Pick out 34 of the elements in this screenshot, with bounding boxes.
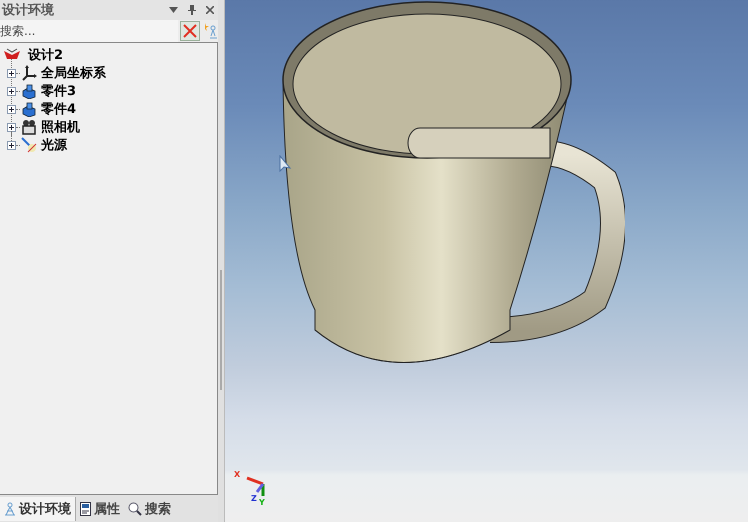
camera-icon: [21, 119, 37, 135]
expand-toggle[interactable]: [7, 68, 16, 78]
pin-icon[interactable]: [188, 5, 196, 15]
panel-title: 设计环境: [2, 2, 54, 19]
axis-label: X: [234, 470, 240, 479]
viewport-background[interactable]: X Z Y: [225, 0, 748, 522]
dropdown-icon[interactable]: [169, 7, 178, 13]
expand-toggle[interactable]: [7, 86, 16, 96]
expand-toggle[interactable]: [7, 122, 16, 132]
part-icon: [21, 101, 37, 117]
expand-toggle[interactable]: [7, 104, 16, 114]
axis-label: Y: [259, 498, 265, 507]
axis-label: Z: [251, 494, 257, 503]
light-icon: [21, 137, 37, 153]
panel-tab[interactable]: 搜索: [124, 496, 175, 520]
design-icon: [3, 48, 21, 62]
tree-item[interactable]: 光源: [41, 136, 67, 154]
part-icon: [21, 83, 37, 99]
close-icon[interactable]: [206, 6, 214, 14]
expand-toggle[interactable]: [7, 140, 16, 150]
tree-item[interactable]: 设计2: [28, 46, 64, 64]
panel-tab[interactable]: 属性: [76, 496, 124, 520]
document-icon: [80, 502, 91, 516]
tree-item[interactable]: 零件3: [41, 82, 76, 100]
clear-button[interactable]: [180, 21, 200, 41]
tree-item[interactable]: 零件4: [41, 100, 76, 118]
design-tab-icon: [4, 502, 16, 516]
axes-icon: [21, 65, 37, 81]
tree-item[interactable]: 照相机: [41, 118, 80, 136]
search-field[interactable]: 搜索...: [0, 20, 178, 42]
tree-item[interactable]: 全局坐标系: [41, 64, 106, 82]
cursor-icon: [279, 155, 292, 173]
panel-tab[interactable]: 设计环境: [0, 496, 76, 520]
search-icon: [128, 502, 142, 516]
